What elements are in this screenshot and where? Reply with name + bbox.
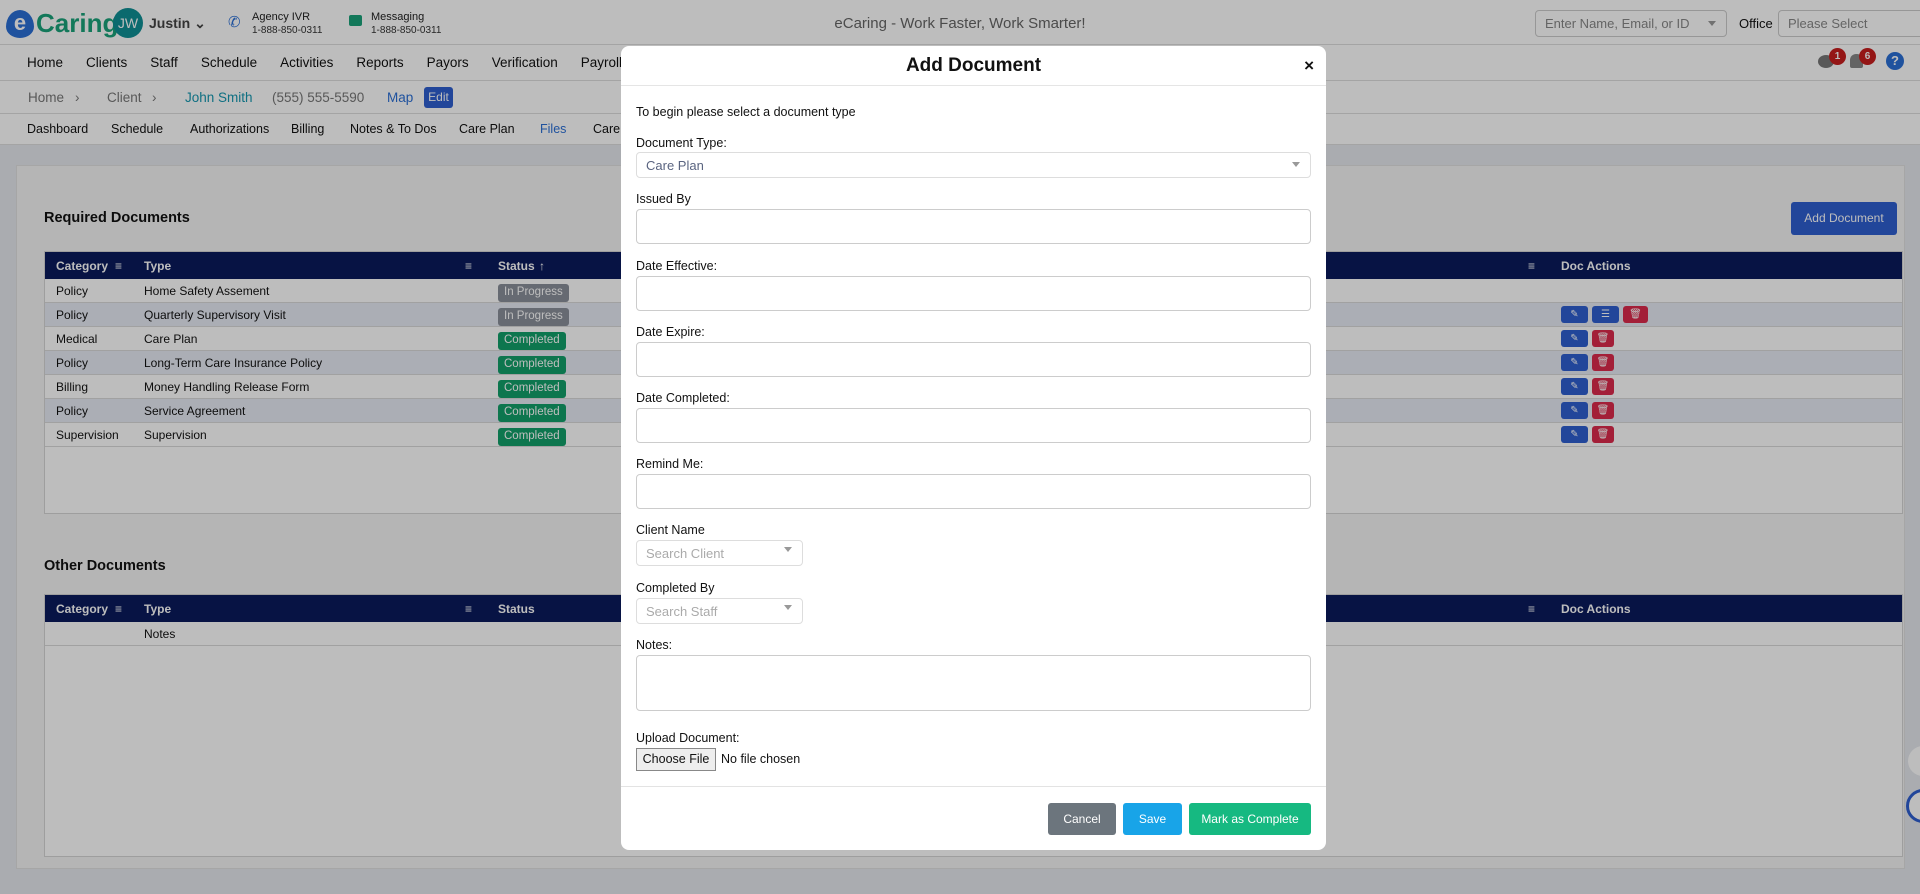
date-expire-label: Date Expire: bbox=[636, 325, 705, 339]
issued-by-label: Issued By bbox=[636, 192, 691, 206]
document-type-select[interactable]: Care Plan bbox=[636, 152, 1311, 178]
document-type-label: Document Type: bbox=[636, 136, 727, 150]
file-status: No file chosen bbox=[721, 752, 801, 766]
notes-label: Notes: bbox=[636, 638, 673, 652]
date-completed-label: Date Completed: bbox=[636, 391, 730, 405]
modal-title: Add Document bbox=[905, 55, 1042, 76]
client-select[interactable]: Search Client bbox=[636, 540, 803, 566]
date-effective-label: Date Effective: bbox=[636, 259, 718, 273]
upload-label: Upload Document: bbox=[636, 731, 740, 745]
date-effective-input[interactable] bbox=[636, 276, 1311, 311]
caret-down-icon bbox=[784, 605, 792, 610]
cancel-button[interactable]: Cancel bbox=[1048, 803, 1116, 835]
client-name-label: Client Name bbox=[636, 523, 705, 537]
issued-by-input[interactable] bbox=[636, 209, 1311, 244]
intro-text: To begin please select a document type bbox=[636, 105, 856, 119]
mark-complete-button[interactable]: Mark as Complete bbox=[1189, 803, 1311, 835]
staff-select[interactable]: Search Staff bbox=[636, 598, 803, 624]
remind-me-label: Remind Me: bbox=[636, 457, 704, 471]
completed-by-label: Completed By bbox=[636, 581, 715, 595]
caret-down-icon bbox=[784, 547, 792, 552]
remind-me-input[interactable] bbox=[636, 474, 1311, 509]
caret-down-icon bbox=[1292, 162, 1300, 167]
choose-file-button[interactable]: Choose File bbox=[636, 748, 716, 771]
add-document-modal: Add Document × To begin please select a d… bbox=[621, 46, 1326, 850]
date-expire-input[interactable] bbox=[636, 342, 1311, 377]
date-completed-input[interactable] bbox=[636, 408, 1311, 443]
modal-footer-divider bbox=[621, 786, 1326, 787]
modal-header: Add Document × bbox=[621, 46, 1326, 86]
close-icon[interactable]: × bbox=[1304, 46, 1314, 86]
notes-textarea[interactable] bbox=[636, 655, 1311, 711]
save-button[interactable]: Save bbox=[1123, 803, 1182, 835]
